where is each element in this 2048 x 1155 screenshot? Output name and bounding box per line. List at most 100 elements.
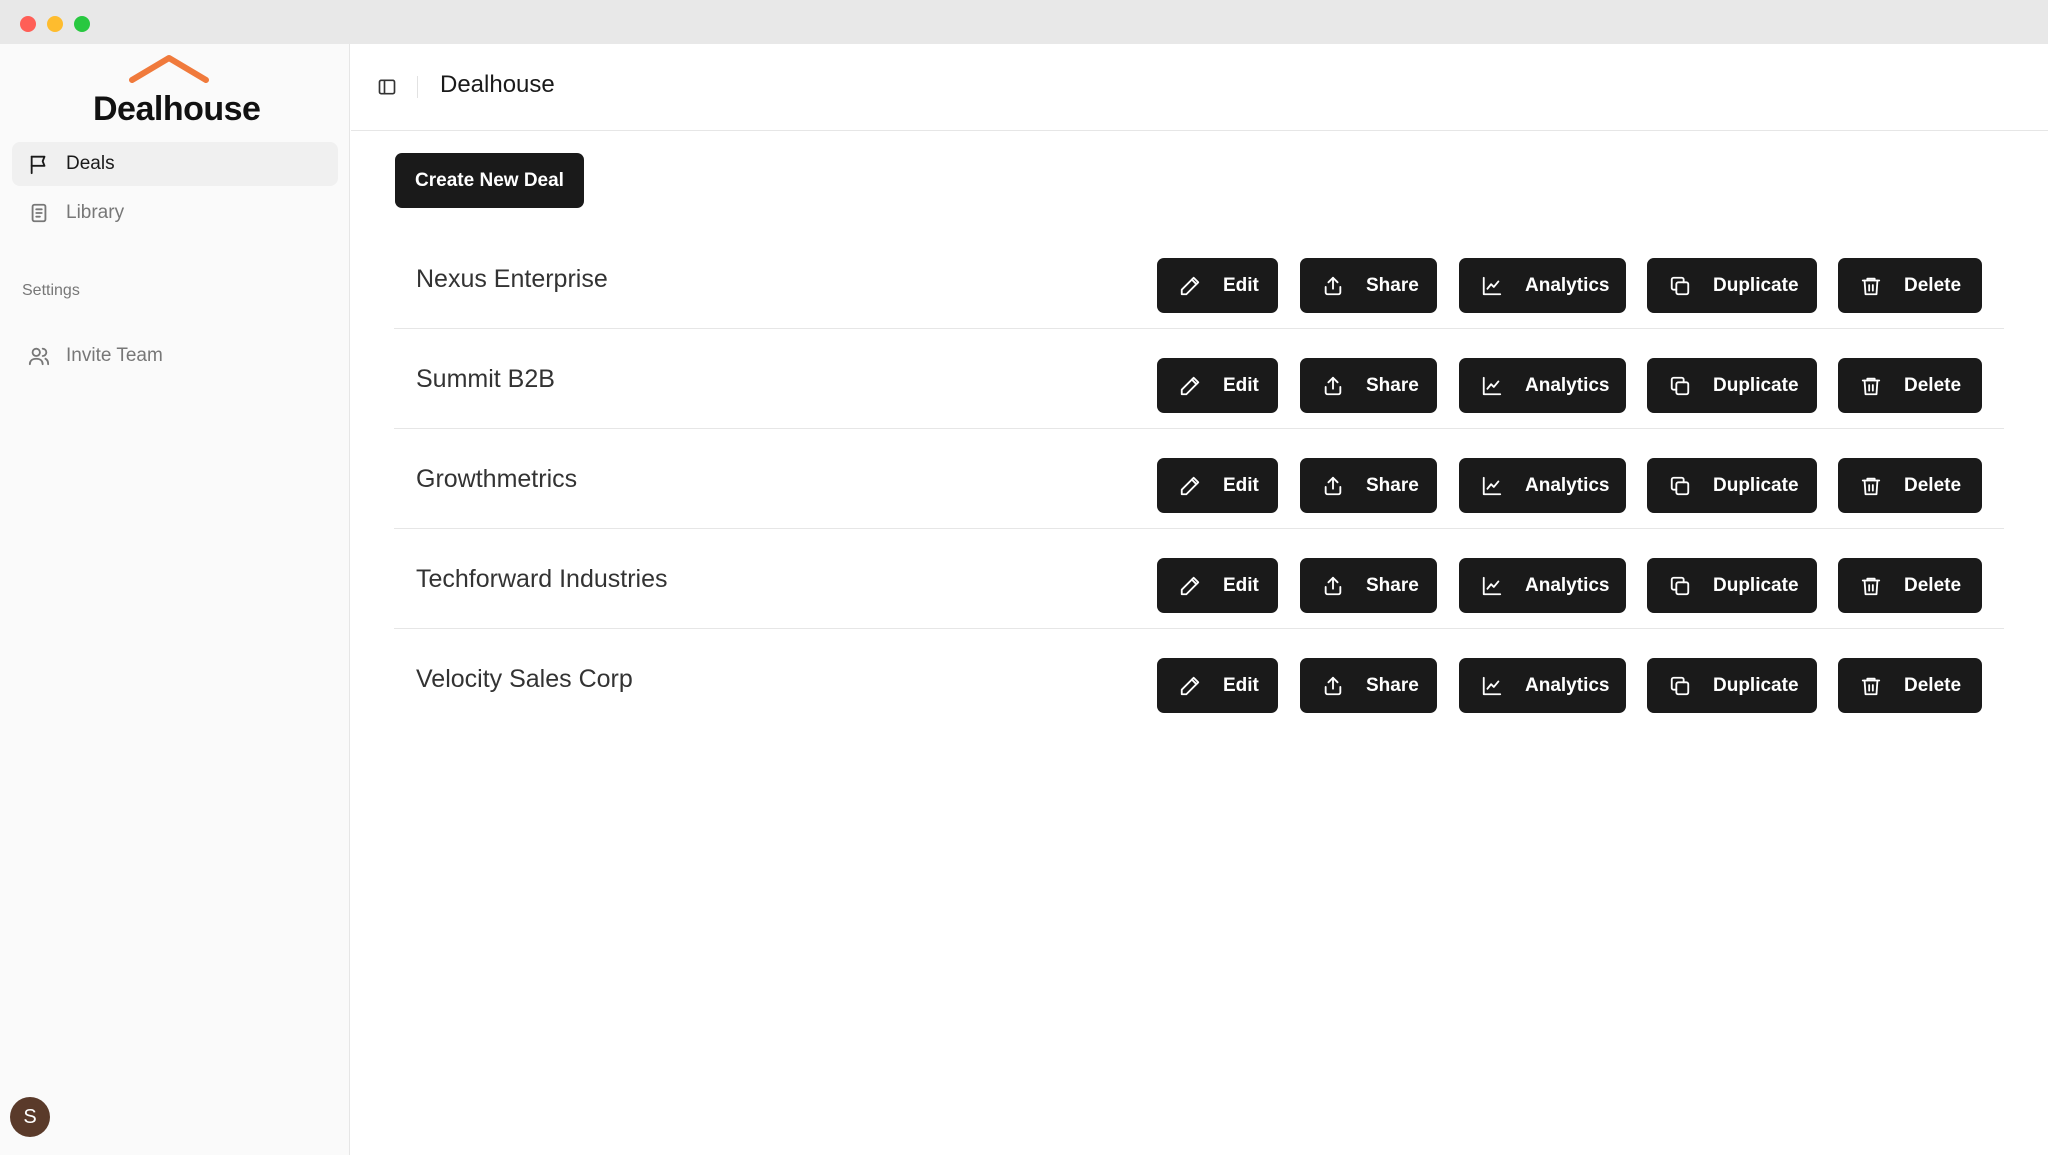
deal-name[interactable]: Techforward Industries [416,565,668,594]
document-icon [27,201,51,225]
pencil-icon [1179,575,1201,597]
share-button[interactable]: Share [1300,258,1437,313]
button-label: Share [1366,274,1419,296]
button-label: Delete [1904,274,1962,296]
button-label: Edit [1223,374,1259,396]
deal-row: Techforward Industries Edit Share Analytics… [394,529,2004,629]
deal-row: Summit B2B Edit Share Analytics Duplicate Del… [394,329,2004,429]
share-icon [1322,575,1344,597]
chart-icon [1481,675,1503,697]
minimize-window-button[interactable] [47,16,63,32]
share-icon [1322,675,1344,697]
pencil-icon [1179,675,1201,697]
share-button[interactable]: Share [1300,558,1437,613]
sidebar-toggle-icon[interactable] [375,75,399,99]
deal-row: Growthmetrics Edit Share Analytics Duplicate… [394,429,2004,529]
header-divider [417,76,418,98]
analytics-button[interactable]: Analytics [1459,458,1626,513]
create-new-deal-button[interactable]: Create New Deal [395,153,584,208]
pencil-icon [1179,275,1201,297]
duplicate-button[interactable]: Duplicate [1647,558,1817,613]
deal-name[interactable]: Summit B2B [416,365,555,394]
button-label: Analytics [1525,374,1610,396]
close-window-button[interactable] [20,16,36,32]
copy-icon [1669,675,1691,697]
sidebar: Dealhouse Deals Library Settings Invite … [0,44,350,1155]
delete-button[interactable]: Delete [1838,458,1982,513]
button-label: Edit [1223,474,1259,496]
delete-button[interactable]: Delete [1838,558,1982,613]
duplicate-button[interactable]: Duplicate [1647,358,1817,413]
chart-icon [1481,375,1503,397]
button-label: Analytics [1525,274,1610,296]
button-label: Share [1366,374,1419,396]
delete-button[interactable]: Delete [1838,258,1982,313]
trash-icon [1860,275,1882,297]
deal-name[interactable]: Nexus Enterprise [416,265,608,294]
delete-button[interactable]: Delete [1838,358,1982,413]
duplicate-button[interactable]: Duplicate [1647,458,1817,513]
deal-name[interactable]: Velocity Sales Corp [416,665,633,694]
pencil-icon [1179,475,1201,497]
deal-name[interactable]: Growthmetrics [416,465,577,494]
roof-logo-icon [129,55,209,83]
page-title: Dealhouse [440,71,555,98]
trash-icon [1860,575,1882,597]
trash-icon [1860,675,1882,697]
analytics-button[interactable]: Analytics [1459,258,1626,313]
flag-icon [27,152,51,176]
button-label: Duplicate [1713,574,1799,596]
share-icon [1322,375,1344,397]
sidebar-item-deals[interactable]: Deals [12,142,338,186]
brand-name: Dealhouse [93,90,261,128]
analytics-button[interactable]: Analytics [1459,358,1626,413]
button-label: Analytics [1525,674,1610,696]
copy-icon [1669,375,1691,397]
share-button[interactable]: Share [1300,458,1437,513]
edit-button[interactable]: Edit [1157,658,1278,713]
button-label: Duplicate [1713,474,1799,496]
sidebar-item-library[interactable]: Library [12,191,338,235]
button-label: Duplicate [1713,374,1799,396]
chart-icon [1481,475,1503,497]
duplicate-button[interactable]: Duplicate [1647,658,1817,713]
button-label: Analytics [1525,474,1610,496]
deal-row: Velocity Sales Corp Edit Share Analytics Dup… [394,629,2004,729]
sidebar-item-invite-team[interactable]: Invite Team [12,334,338,378]
share-icon [1322,275,1344,297]
button-label: Edit [1223,274,1259,296]
button-label: Delete [1904,574,1962,596]
deal-row: Nexus Enterprise Edit Share Analytics Duplic… [394,229,2004,329]
pencil-icon [1179,375,1201,397]
sidebar-item-label: Deals [66,153,115,174]
user-avatar[interactable]: S [10,1097,50,1137]
window-titlebar [0,0,2048,44]
chart-icon [1481,575,1503,597]
duplicate-button[interactable]: Duplicate [1647,258,1817,313]
button-label: Analytics [1525,574,1610,596]
button-label: Share [1366,574,1419,596]
edit-button[interactable]: Edit [1157,258,1278,313]
sidebar-item-label: Invite Team [66,345,163,366]
button-label: Delete [1904,674,1962,696]
settings-section-label: Settings [22,282,80,299]
copy-icon [1669,475,1691,497]
copy-icon [1669,575,1691,597]
analytics-button[interactable]: Analytics [1459,558,1626,613]
share-icon [1322,475,1344,497]
button-label: Share [1366,474,1419,496]
sidebar-item-label: Library [66,202,125,223]
trash-icon [1860,375,1882,397]
share-button[interactable]: Share [1300,658,1437,713]
button-label: Share [1366,674,1419,696]
edit-button[interactable]: Edit [1157,558,1278,613]
delete-button[interactable]: Delete [1838,658,1982,713]
edit-button[interactable]: Edit [1157,358,1278,413]
button-label: Duplicate [1713,274,1799,296]
maximize-window-button[interactable] [74,16,90,32]
analytics-button[interactable]: Analytics [1459,658,1626,713]
share-button[interactable]: Share [1300,358,1437,413]
edit-button[interactable]: Edit [1157,458,1278,513]
trash-icon [1860,475,1882,497]
brand-logo[interactable]: Dealhouse [90,54,270,128]
